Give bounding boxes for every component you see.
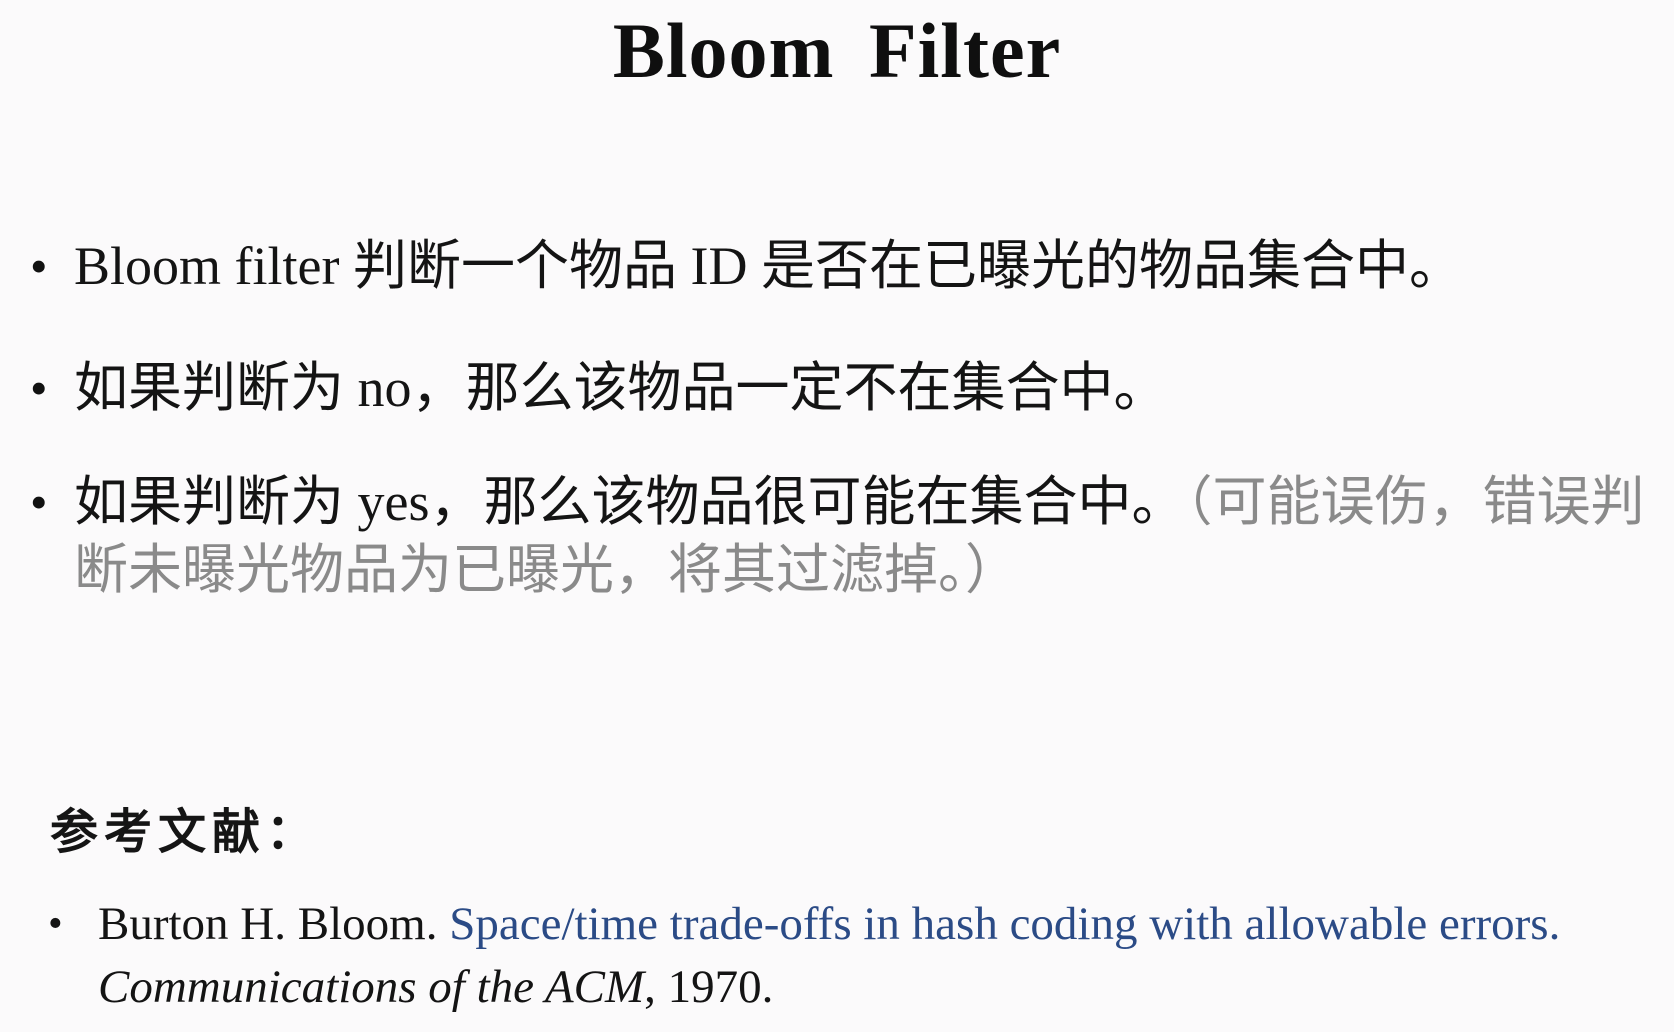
bullet-content: 如果判断为 yes，那么该物品很可能在集合中。（可能误伤，错误判断未曝光物品为已… [74,468,1674,604]
bullet-item: • 如果判断为 no，那么该物品一定不在集合中。 [30,354,1168,422]
bullet-item: • 如果判断为 yes，那么该物品很可能在集合中。（可能误伤，错误判断未曝光物品… [30,468,1674,604]
bullet-dot: • [30,238,48,294]
slide-title: Bloom Filter [612,7,1062,94]
bullet-text: 如果判断为 yes，那么该物品很可能在集合中。 [74,472,1186,532]
slide: Bloom Filter • Bloom filter 判断一个物品 ID 是否… [0,0,1674,1032]
reference-item: • Burton H. Bloom. Space/time trade-offs… [48,893,1648,1019]
bullet-text: Bloom filter 判断一个物品 ID 是否在已曝光的物品集合中。 [74,236,1463,296]
reference-dot: • [48,901,63,947]
reference-venue: Communications of the ACM [98,961,645,1013]
references-heading: 参考文献： [50,806,321,859]
bullet-dot: • [30,360,48,416]
reference-title-link[interactable]: Space/time trade-offs in hash coding wit… [449,898,1560,950]
bullet-item: • Bloom filter 判断一个物品 ID 是否在已曝光的物品集合中。 [30,232,1463,300]
reference-text: Burton H. Bloom. Space/time trade-offs i… [98,893,1648,1019]
bullet-dot: • [30,474,48,530]
reference-year: , 1970. [644,961,774,1013]
bullet-text: 如果判断为 no，那么该物品一定不在集合中。 [74,358,1168,418]
reference-author: Burton H. Bloom. [98,898,450,950]
